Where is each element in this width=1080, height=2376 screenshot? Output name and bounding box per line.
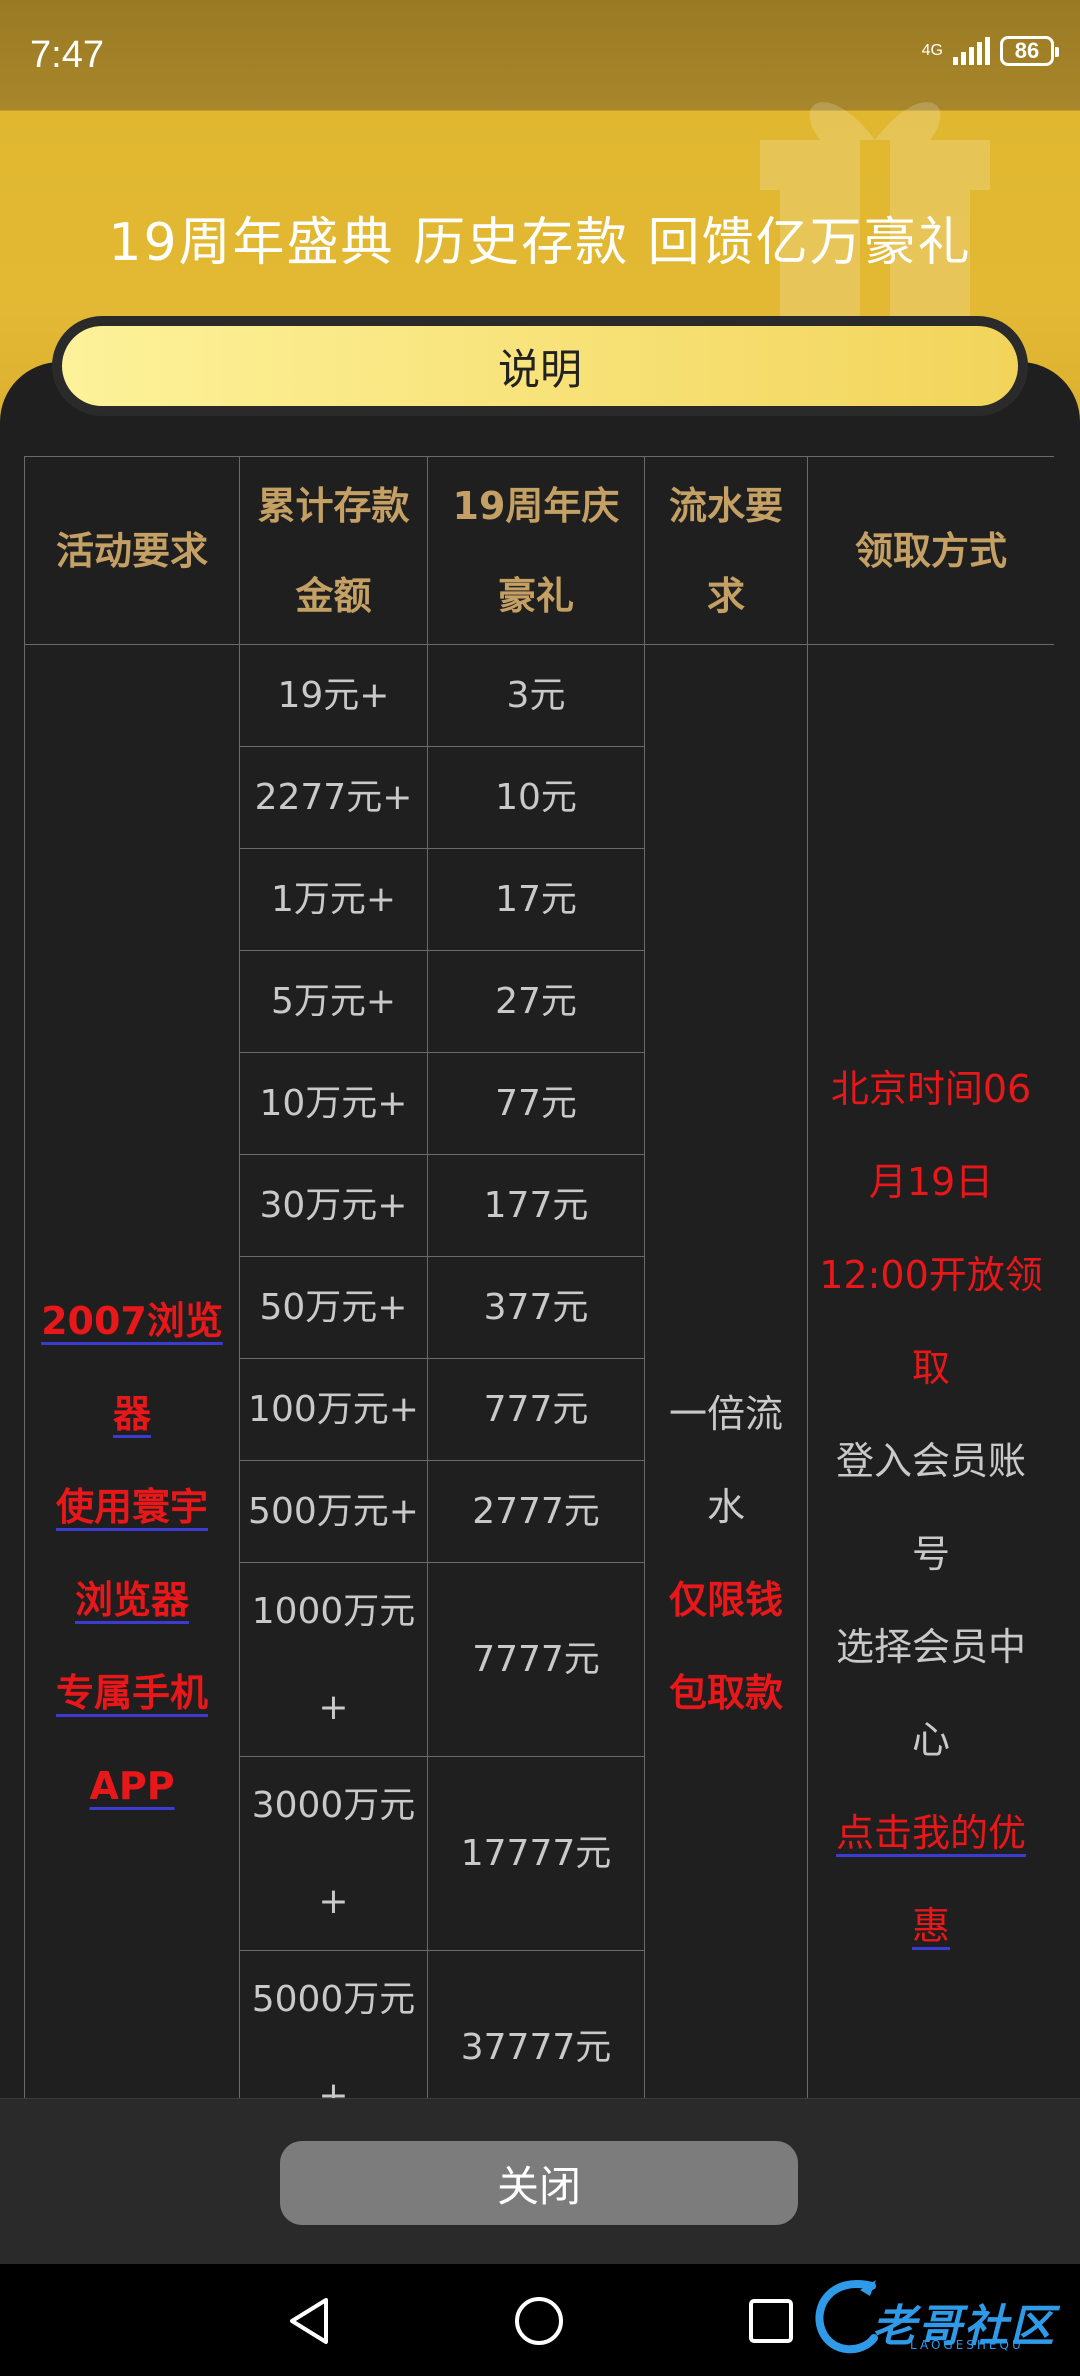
- deposit-amount-cell: 3000万元 +: [239, 1756, 428, 1951]
- claim-step-line: 号: [911, 1532, 950, 1576]
- gift-cell: 7777元: [427, 1562, 645, 1757]
- claim-step-line: 选择会员中: [835, 1625, 1026, 1669]
- deposit-amount-cell: 500万元+: [239, 1460, 428, 1563]
- deposit-amount-cell: 10万元+: [239, 1052, 428, 1155]
- turnover-line: 水: [706, 1485, 745, 1529]
- table-row: 2007浏览 器 使用寰宇 浏览器 专属手机 APP 19元+ 3元 一倍流 水…: [24, 644, 1054, 2098]
- gift-cell: 27元: [427, 950, 645, 1053]
- deposit-amount-cell: 50万元+: [239, 1256, 428, 1359]
- gift-cell: 37777元: [427, 1950, 645, 2098]
- deposit-amount-cell: 1万元+: [239, 848, 428, 951]
- my-offers-link[interactable]: 点击我的优: [808, 1787, 1054, 1880]
- gift-cell: 17777元: [427, 1756, 645, 1951]
- signal-icon: [953, 37, 990, 65]
- requirement-line[interactable]: 专属手机: [25, 1647, 239, 1740]
- requirement-line[interactable]: 2007浏览: [25, 1275, 239, 1368]
- gift-cell: 177元: [427, 1154, 645, 1257]
- claim-time-line: 北京时间06: [830, 1067, 1032, 1111]
- gift-cell: 2777元: [427, 1460, 645, 1563]
- close-button[interactable]: 关闭: [280, 2141, 798, 2225]
- requirement-cell: 2007浏览 器 使用寰宇 浏览器 专属手机 APP: [24, 644, 240, 2098]
- gift-cell: 17元: [427, 848, 645, 951]
- gift-cell: 10元: [427, 746, 645, 849]
- deposit-amount-cell: 100万元+: [239, 1358, 428, 1461]
- bottom-bar: 关闭: [0, 2098, 1080, 2265]
- activity-table-container[interactable]: 活动要求 累计存款 金额 19周年庆 豪礼 流水要求 领取方式 2007浏览 器 使…: [24, 456, 1054, 2098]
- turnover-cell: 一倍流 水 仅限钱 包取款: [644, 644, 808, 2098]
- gift-cell: 777元: [427, 1358, 645, 1461]
- deposit-amount-cell: 5000万元 +: [239, 1950, 428, 2098]
- recents-icon[interactable]: [744, 2294, 798, 2348]
- deposit-amount-cell: 2277元+: [239, 746, 428, 849]
- table-header-row: 活动要求 累计存款 金额 19周年庆 豪礼 流水要求 领取方式: [24, 456, 1054, 645]
- activity-table: 活动要求 累计存款 金额 19周年庆 豪礼 流水要求 领取方式 2007浏览 器 使…: [24, 456, 1054, 2098]
- battery-icon: 86: [1000, 36, 1059, 66]
- home-icon[interactable]: [512, 2294, 566, 2348]
- watermark-logo: 老哥社区 LAOGESHEQU: [812, 2272, 1062, 2362]
- header-anniversary-gift: 19周年庆 豪礼: [427, 456, 645, 645]
- status-time: 7:47: [30, 34, 104, 76]
- back-icon[interactable]: [282, 2294, 336, 2348]
- claim-method-cell: 北京时间06 月19日 12:00开放领 取 登入会员账 号 选择会员中 心 点…: [807, 644, 1054, 2098]
- claim-step-line: 心: [911, 1718, 950, 1762]
- explain-button[interactable]: 说明: [52, 316, 1028, 416]
- page-title: 19周年盛典 历史存款 回馈亿万豪礼: [108, 213, 972, 273]
- requirement-line[interactable]: 器: [25, 1368, 239, 1461]
- claim-time-line: 12:00开放领: [819, 1253, 1043, 1297]
- status-bar: 7:47 4G 86: [0, 0, 1080, 110]
- status-icons: 4G 86: [921, 36, 1059, 66]
- my-offers-link[interactable]: 惠: [808, 1880, 1054, 1973]
- requirement-line[interactable]: 浏览器: [25, 1554, 239, 1647]
- requirement-line[interactable]: 使用寰宇: [25, 1461, 239, 1554]
- gift-cell: 3元: [427, 644, 645, 747]
- network-label: 4G: [921, 42, 943, 59]
- header-claim-method: 领取方式: [807, 456, 1054, 645]
- turnover-line: 一倍流: [668, 1392, 783, 1436]
- header-turnover: 流水要求: [644, 456, 808, 645]
- gift-cell: 77元: [427, 1052, 645, 1155]
- deposit-amount-cell: 5万元+: [239, 950, 428, 1053]
- deposit-amount-cell: 1000万元 +: [239, 1562, 428, 1757]
- turnover-note: 仅限钱: [668, 1578, 783, 1622]
- app-screen: 7:47 4G 86 19周年盛典 历史存款 回馈亿万豪礼 说明 活动要求 累计…: [0, 0, 1080, 2376]
- header-requirement: 活动要求: [24, 456, 240, 645]
- explain-button-label: 说明: [62, 326, 1018, 406]
- turnover-note: 包取款: [668, 1671, 783, 1715]
- gift-cell: 377元: [427, 1256, 645, 1359]
- header-deposit-amount: 累计存款 金额: [239, 456, 428, 645]
- deposit-amount-cell: 19元+: [239, 644, 428, 747]
- deposit-amount-cell: 30万元+: [239, 1154, 428, 1257]
- watermark-subtext: LAOGESHEQU: [910, 2338, 1024, 2352]
- claim-time-line: 取: [911, 1346, 950, 1390]
- claim-time-line: 月19日: [868, 1160, 994, 1204]
- requirement-line[interactable]: APP: [25, 1740, 239, 1833]
- claim-step-line: 登入会员账: [835, 1439, 1026, 1483]
